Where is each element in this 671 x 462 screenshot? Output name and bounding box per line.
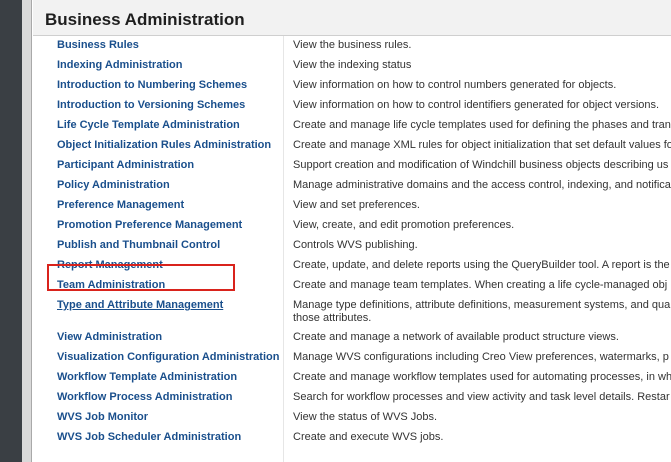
item-description: View the status of WVS Jobs. — [293, 411, 438, 423]
numbering-schemes-link[interactable]: Introduction to Numbering Schemes — [57, 79, 247, 91]
business-administration-panel: Business Administration Business Rules V… — [33, 0, 671, 462]
list-item: Workflow Process Administration Search f… — [33, 388, 671, 408]
item-description: View and set preferences. — [293, 199, 420, 211]
list-item: Introduction to Versioning Schemes View … — [33, 96, 671, 116]
item-description: Create and manage XML rules for object i… — [293, 139, 671, 151]
item-description: Create and manage workflow templates use… — [293, 371, 671, 383]
publish-thumbnail-control-link[interactable]: Publish and Thumbnail Control — [57, 239, 220, 251]
item-description: View information on how to control ident… — [293, 99, 660, 111]
panel-header: Business Administration — [33, 0, 671, 36]
item-description: View information on how to control numbe… — [293, 79, 617, 91]
wvs-job-monitor-link[interactable]: WVS Job Monitor — [57, 411, 148, 423]
life-cycle-template-administration-link[interactable]: Life Cycle Template Administration — [57, 119, 240, 131]
item-description: Create, update, and delete reports using… — [293, 259, 670, 271]
item-description: Create and manage life cycle templates u… — [293, 119, 671, 131]
list-item: Publish and Thumbnail Control Controls W… — [33, 236, 671, 256]
object-initialization-rules-link[interactable]: Object Initialization Rules Administrati… — [57, 139, 271, 151]
business-rules-link[interactable]: Business Rules — [57, 39, 139, 51]
item-description: Create and manage a network of available… — [293, 331, 619, 343]
item-description: Manage type definitions, attribute defin… — [293, 299, 671, 324]
list-item: Visualization Configuration Administrati… — [33, 348, 671, 368]
list-item: Promotion Preference Management View, cr… — [33, 216, 671, 236]
preference-management-link[interactable]: Preference Management — [57, 199, 184, 211]
item-description: View, create, and edit promotion prefere… — [293, 219, 515, 231]
list-item: Object Initialization Rules Administrati… — [33, 136, 671, 156]
page-title: Business Administration — [45, 10, 245, 29]
item-description: Search for workflow processes and view a… — [293, 391, 670, 403]
left-navigation-rail — [0, 0, 22, 462]
list-item: Life Cycle Template Administration Creat… — [33, 116, 671, 136]
wvs-job-scheduler-administration-link[interactable]: WVS Job Scheduler Administration — [57, 431, 241, 443]
item-description: Controls WVS publishing. — [293, 239, 418, 251]
participant-administration-link[interactable]: Participant Administration — [57, 159, 194, 171]
item-description: View the business rules. — [293, 39, 412, 51]
item-description: Manage WVS configurations including Creo… — [293, 351, 669, 363]
list-item: Introduction to Numbering Schemes View i… — [33, 76, 671, 96]
item-description: View the indexing status — [293, 59, 412, 71]
item-description: Create and execute WVS jobs. — [293, 431, 444, 443]
list-item: Preference Management View and set prefe… — [33, 196, 671, 216]
list-item: WVS Job Monitor View the status of WVS J… — [33, 408, 671, 428]
workflow-template-administration-link[interactable]: Workflow Template Administration — [57, 371, 237, 383]
list-item: WVS Job Scheduler Administration Create … — [33, 428, 671, 448]
list-item: View Administration Create and manage a … — [33, 328, 671, 348]
list-item: Type and Attribute Management Manage typ… — [33, 296, 671, 328]
view-administration-link[interactable]: View Administration — [57, 331, 162, 343]
type-and-attribute-management-link[interactable]: Type and Attribute Management — [57, 299, 223, 311]
navigation-splitter[interactable] — [22, 0, 32, 462]
list-item: Workflow Template Administration Create … — [33, 368, 671, 388]
list-item: Policy Administration Manage administrat… — [33, 176, 671, 196]
item-description: Create and manage team templates. When c… — [293, 279, 668, 291]
visualization-configuration-link[interactable]: Visualization Configuration Administrati… — [57, 351, 279, 363]
promotion-preference-management-link[interactable]: Promotion Preference Management — [57, 219, 242, 231]
versioning-schemes-link[interactable]: Introduction to Versioning Schemes — [57, 99, 245, 111]
list-item: Indexing Administration View the indexin… — [33, 56, 671, 76]
item-description: Manage administrative domains and the ac… — [293, 179, 671, 191]
list-item: Participant Administration Support creat… — [33, 156, 671, 176]
workflow-process-administration-link[interactable]: Workflow Process Administration — [57, 391, 232, 403]
list-item: Business Rules View the business rules. — [33, 36, 671, 56]
selection-highlight-box — [47, 264, 235, 291]
indexing-administration-link[interactable]: Indexing Administration — [57, 59, 183, 71]
policy-administration-link[interactable]: Policy Administration — [57, 179, 170, 191]
item-description: Support creation and modification of Win… — [293, 159, 669, 171]
